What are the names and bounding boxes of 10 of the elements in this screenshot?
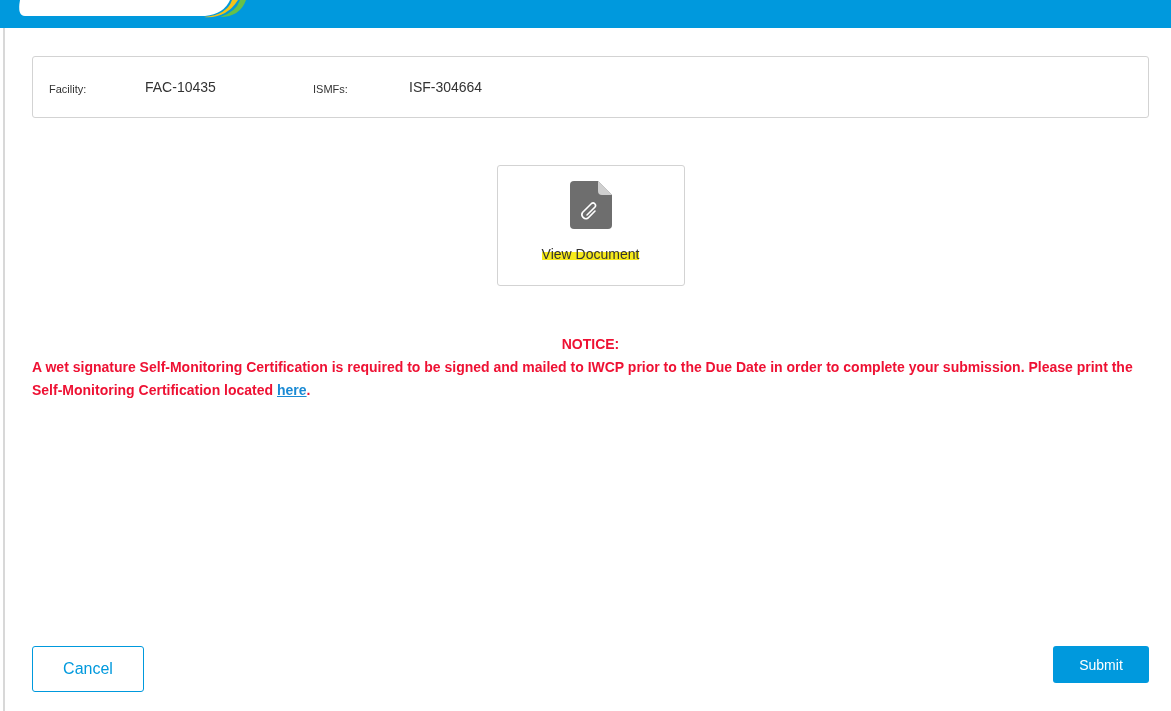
here-link[interactable]: here [277, 382, 307, 398]
notice-text: A wet signature Self-Monitoring Certification is required to be signed and mailed to IWCP prior to the Due Date in order to complete your submission. Please print the Self-Monitoring Certification located here. [32, 358, 1134, 400]
notice-title: NOTICE: [560, 336, 621, 352]
field-value: ISF-304664 [409, 79, 484, 95]
field-value: FAC-10435 [145, 79, 217, 95]
document-icon [569, 181, 612, 229]
field-label: ISMFs: [313, 82, 349, 95]
submit-button[interactable]: Submit [1053, 646, 1149, 683]
field-label: Facility: [49, 82, 88, 95]
cancel-button[interactable]: Cancel [32, 646, 144, 692]
